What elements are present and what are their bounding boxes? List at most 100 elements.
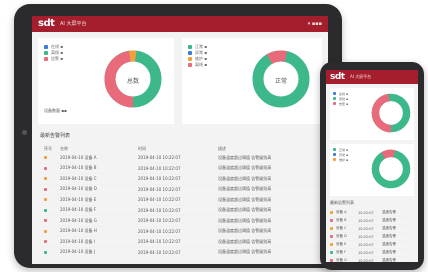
- row-status-cell: [40, 208, 60, 213]
- phone-device: sdt AI 大屏平台 在线 ▪ 离线 ▪ 告警 ▪ 正常 ▪ 异常 ▪ 维护 …: [320, 62, 424, 270]
- phone-title: AI 大屏平台: [350, 74, 372, 79]
- alert-table: 最新告警列表 序号 名称 时间 描述 2019-04-10 设备 A 2019-…: [40, 132, 322, 258]
- time-cell: 10:22:07: [358, 210, 374, 215]
- legend-item: 告警 ▪: [333, 101, 348, 106]
- legend-label: 告警 ▪: [339, 101, 348, 106]
- table-row[interactable]: 2019-04-10 设备 B 2019-04-10 10:22:07 设备温度…: [40, 164, 322, 174]
- time-cell: 2019-04-10 10:22:07: [138, 197, 181, 203]
- column-header[interactable]: 时间: [138, 146, 218, 152]
- phone-stats-card-2: 正常 ▪ 异常 ▪ 维护 ▪: [330, 144, 414, 196]
- phone-table-body: 设备 A 10:22:07 温度告警 设备 B 10:22:07 温度告警 设备…: [330, 209, 414, 262]
- phone-top-bar: sdt AI 大屏平台: [326, 70, 418, 84]
- time-cell: 2019-04-10 10:22:07: [138, 186, 181, 192]
- status-dot: [44, 177, 47, 181]
- name-cell: 2019-04-10 设备 I: [60, 238, 95, 244]
- column-header[interactable]: 序号: [40, 146, 60, 152]
- row-status-cell: [40, 218, 60, 223]
- phone-table-row[interactable]: 设备 B 10:22:07 温度告警: [330, 217, 414, 225]
- status-dot: [44, 250, 47, 254]
- time-cell: 10:22:07: [358, 258, 374, 263]
- legend-label: 离线 ▪: [339, 96, 348, 101]
- legend-swatch: [333, 92, 336, 95]
- table-row[interactable]: 2019-04-10 设备 C 2019-04-10 10:22:07 设备温度…: [40, 174, 322, 185]
- name-cell: 2019-04-10 设备 B: [60, 165, 97, 171]
- phone-table-row[interactable]: 设备 E 10:22:07 温度告警: [330, 241, 414, 249]
- time-cell: 2019-04-10 10:22:07: [138, 165, 181, 171]
- table-row[interactable]: 2019-04-10 设备 J 2019-04-10 10:22:07 设备温度…: [40, 248, 322, 258]
- time-cell: 10:22:07: [358, 242, 374, 247]
- table-row[interactable]: 2019-04-10 设备 D 2019-04-10 10:22:07 设备温度…: [40, 185, 322, 195]
- legend-swatch: [333, 102, 336, 105]
- status-dot: [44, 198, 47, 202]
- description-cell: 设备温度超过阈值 告警级别高: [218, 217, 272, 223]
- legend-swatch: [333, 153, 336, 156]
- table-row[interactable]: 2019-04-10 设备 H 2019-04-10 10:22:07 设备温度…: [40, 227, 322, 237]
- donut-segment-green: [371, 149, 411, 189]
- legend-label: 告警 ▪: [51, 56, 63, 61]
- legend-item: 离线 ▪: [188, 62, 207, 68]
- status-dot: [44, 156, 47, 160]
- column-header[interactable]: 名称: [60, 146, 138, 152]
- phone-table-row[interactable]: 设备 D 10:22:07 温度告警: [330, 233, 414, 241]
- column-header[interactable]: 描述: [218, 146, 308, 152]
- name-cell: 设备 B: [336, 218, 347, 222]
- name-cell: 2019-04-10 设备 J: [60, 249, 95, 255]
- phone-table-row[interactable]: 设备 C 10:22:07 温度告警: [330, 225, 414, 233]
- phone-stats-card-1: 在线 ▪ 离线 ▪ 告警 ▪: [330, 88, 414, 140]
- table-title: 最新告警列表: [40, 133, 71, 139]
- status-dot: [330, 234, 333, 238]
- time-cell: 2019-04-10 10:22:07: [138, 155, 181, 161]
- legend-label: 异常 ▪: [339, 152, 348, 157]
- time-cell: 10:22:07: [358, 250, 374, 255]
- phone-screen: sdt AI 大屏平台 在线 ▪ 离线 ▪ 告警 ▪ 正常 ▪ 异常 ▪ 维护 …: [326, 70, 418, 262]
- legend-swatch: [333, 148, 336, 151]
- description-cell: 温度告警: [382, 210, 396, 214]
- row-status-cell: [40, 229, 60, 234]
- description-cell: 温度告警: [382, 250, 396, 254]
- legend-swatch: [188, 63, 192, 67]
- phone-table-row[interactable]: 设备 A 10:22:07 温度告警: [330, 209, 414, 217]
- status-dot: [44, 240, 47, 244]
- status-dot: [44, 208, 47, 212]
- legend-item: 维护 ▪: [333, 157, 348, 162]
- table-body: 2019-04-10 设备 A 2019-04-10 10:22:07 设备温度…: [40, 153, 322, 258]
- description-cell: 温度告警: [382, 242, 396, 246]
- top-bar: sdt AI 大屏平台 ▾ ▪▪▪: [32, 16, 328, 32]
- name-cell: 2019-04-10 设备 D: [60, 186, 97, 192]
- legend-item: 告警 ▪: [44, 56, 63, 62]
- phone-table-row[interactable]: 设备 G 10:22:07 温度告警: [330, 257, 414, 262]
- name-cell: 2019-04-10 设备 H: [60, 228, 97, 234]
- name-cell: 设备 C: [336, 226, 347, 230]
- user-menu[interactable]: ▾ ▪▪▪: [308, 20, 322, 28]
- name-cell: 设备 E: [336, 242, 347, 246]
- table-row[interactable]: 2019-04-10 设备 I 2019-04-10 10:22:07 设备温度…: [40, 237, 322, 248]
- app-logo[interactable]: sdt: [38, 18, 55, 30]
- phone-logo[interactable]: sdt: [330, 71, 345, 83]
- row-status-cell: [40, 250, 60, 255]
- status-dot: [330, 210, 333, 214]
- legend-label: 离线 ▪: [195, 62, 207, 67]
- legend-swatch: [333, 97, 336, 100]
- name-cell: 2019-04-10 设备 G: [60, 217, 97, 223]
- tablet-device: sdt AI 大屏平台 ▾ ▪▪▪ 在线 ▪ 离线 ▪ 告警 ▪ 总数 设备数量…: [14, 4, 342, 268]
- phone-alert-table: 最新告警列表 设备 A 10:22:07 温度告警 设备 B 10:22:07 …: [330, 200, 414, 262]
- table-row[interactable]: 2019-04-10 设备 E 2019-04-10 10:22:07 设备温度…: [40, 195, 322, 206]
- name-cell: 2019-04-10 设备 E: [60, 196, 97, 202]
- row-status-cell: [40, 197, 60, 202]
- name-cell: 2019-04-10 设备 A: [60, 154, 97, 160]
- row-status-cell: [40, 166, 60, 171]
- donut-center-label: 正常: [274, 78, 287, 85]
- name-cell: 设备 D: [336, 234, 347, 238]
- stats-card-2: 正常 ▪ 异常 ▪ 维护 ▪ 离线 ▪ 正常: [182, 38, 322, 124]
- time-cell: 2019-04-10 10:22:07: [138, 239, 181, 245]
- description-cell: 设备温度超过阈值 告警级别高: [218, 175, 272, 181]
- description-cell: 设备温度超过阈值 告警级别高: [218, 196, 272, 202]
- description-cell: 设备温度超过阈值 告警级别高: [218, 207, 272, 213]
- table-row[interactable]: 2019-04-10 设备 G 2019-04-10 10:22:07 设备温度…: [40, 216, 322, 227]
- stats-card-1: 在线 ▪ 离线 ▪ 告警 ▪ 总数 设备数量 ▪▪: [38, 38, 174, 124]
- phone-table-row[interactable]: 设备 F 10:22:07 温度告警: [330, 249, 414, 257]
- table-row[interactable]: 2019-04-10 设备 A 2019-04-10 10:22:07 设备温度…: [40, 153, 322, 164]
- legend-swatch: [188, 45, 192, 49]
- legend-swatch: [188, 57, 192, 61]
- table-row[interactable]: 2019-04-10 设备 F 2019-04-10 10:22:07 设备温度…: [40, 206, 322, 216]
